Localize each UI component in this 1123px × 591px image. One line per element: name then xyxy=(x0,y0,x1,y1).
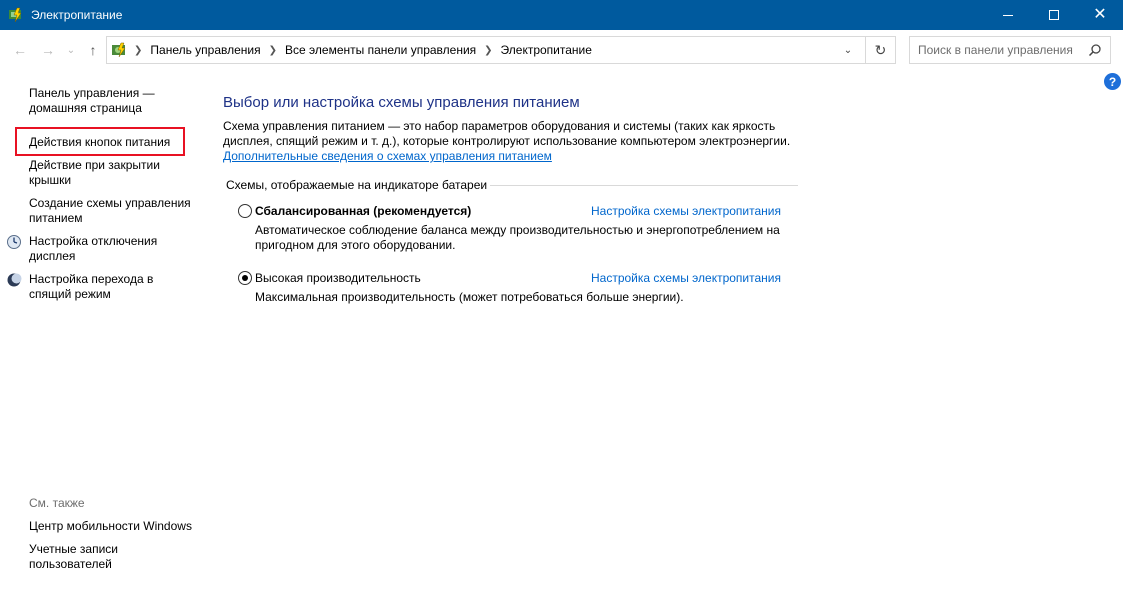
refresh-icon: ↻ xyxy=(874,41,887,58)
plan-name[interactable]: Высокая производительность xyxy=(255,271,421,285)
recent-locations-button[interactable]: ⌄ xyxy=(64,40,78,60)
group-label: Схемы, отображаемые на индикаторе батаре… xyxy=(226,178,488,192)
page-title: Выбор или настройка схемы управления пит… xyxy=(223,94,580,111)
refresh-button[interactable]: ↻ xyxy=(865,37,895,63)
plan-radio-balanced[interactable] xyxy=(238,204,252,218)
sidebar-item-display-off[interactable]: Настройка отключения дисплея xyxy=(29,234,194,264)
navigation-bar: ← → ⌄ ↑ ❯ Панель управления ❯ Все элемен… xyxy=(0,30,1123,70)
breadcrumb-separator: ❯ xyxy=(134,44,143,56)
window-controls: ✕ xyxy=(985,0,1123,30)
control-panel-icon xyxy=(110,41,128,59)
window-title: Электропитание xyxy=(31,8,123,22)
group-divider xyxy=(490,185,798,186)
sidebar-item-power-buttons[interactable]: Действия кнопок питания xyxy=(29,135,194,150)
sidebar-item-lid-close[interactable]: Действие при закрытии крышки xyxy=(29,158,194,188)
left-pane: Панель управления — домашняя страница Де… xyxy=(0,70,200,591)
plan-settings-link[interactable]: Настройка схемы электропитания xyxy=(591,271,781,285)
display-off-icon xyxy=(6,234,22,250)
search-icon[interactable] xyxy=(1088,43,1102,57)
plan-settings-link[interactable]: Настройка схемы электропитания xyxy=(591,204,781,218)
chevron-down-icon: ⌄ xyxy=(843,44,853,56)
breadcrumb-separator: ❯ xyxy=(268,44,278,56)
forward-arrow-icon: → xyxy=(41,42,55,58)
search-box[interactable] xyxy=(909,36,1111,64)
see-also-user-accounts[interactable]: Учетные записи пользователей xyxy=(29,542,194,572)
breadcrumb-control-panel[interactable]: Панель управления xyxy=(150,43,260,57)
maximize-icon xyxy=(1049,10,1059,20)
search-input[interactable] xyxy=(918,43,1088,57)
sidebar-item-sleep[interactable]: Настройка перехода в спящий режим xyxy=(29,272,194,302)
address-bar[interactable]: ❯ Панель управления ❯ Все элементы панел… xyxy=(106,36,896,64)
sidebar-item-control-panel-home[interactable]: Панель управления — домашняя страница xyxy=(29,86,194,116)
breadcrumb-power-options[interactable]: Электропитание xyxy=(501,43,592,57)
plan-description: Автоматическое соблюдение баланса между … xyxy=(255,223,780,252)
close-icon: ✕ xyxy=(1093,6,1107,23)
help-icon[interactable]: ? xyxy=(1104,73,1121,90)
forward-button[interactable]: → xyxy=(38,40,58,60)
more-info-link[interactable]: Дополнительные сведения о схемах управле… xyxy=(223,149,552,163)
chevron-down-icon: ⌄ xyxy=(66,44,76,56)
breadcrumb-separator: ❯ xyxy=(484,44,493,56)
up-arrow-icon: ↑ xyxy=(89,42,97,58)
back-arrow-icon: ← xyxy=(13,42,27,58)
close-button[interactable]: ✕ xyxy=(1077,0,1123,30)
minimize-icon xyxy=(1003,14,1013,16)
sidebar-item-create-plan[interactable]: Создание схемы управления питанием xyxy=(29,196,194,226)
plan-name[interactable]: Сбалансированная (рекомендуется) xyxy=(255,204,471,218)
minimize-button[interactable] xyxy=(985,0,1031,30)
power-options-icon xyxy=(8,7,24,23)
plan-radio-high-performance[interactable] xyxy=(238,271,252,285)
title-bar: Электропитание ✕ xyxy=(0,0,1123,30)
see-also-heading: См. также xyxy=(29,496,85,510)
breadcrumb-all-items[interactable]: Все элементы панели управления xyxy=(285,43,476,57)
see-also-mobility-center[interactable]: Центр мобильности Windows xyxy=(29,519,194,534)
address-dropdown-button[interactable]: ⌄ xyxy=(833,37,863,63)
plan-description: Максимальная производительность (может п… xyxy=(255,290,684,304)
maximize-button[interactable] xyxy=(1031,0,1077,30)
back-button[interactable]: ← xyxy=(10,40,30,60)
page-description: Схема управления питанием — это набор па… xyxy=(223,119,791,148)
up-button[interactable]: ↑ xyxy=(84,40,102,60)
sleep-moon-icon xyxy=(6,272,22,288)
